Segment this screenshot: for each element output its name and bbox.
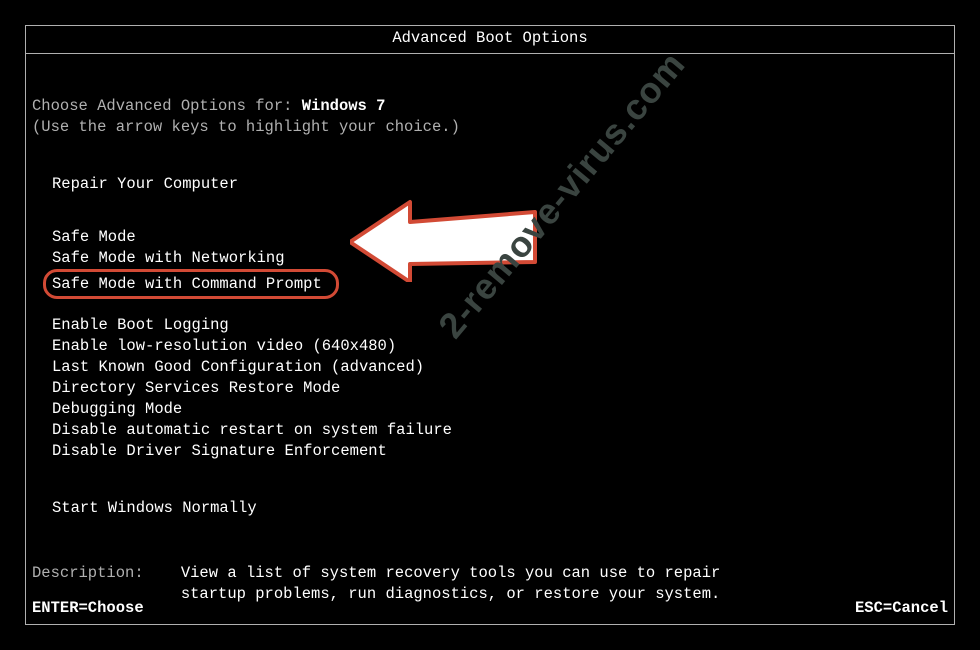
menu-safe-mode-networking[interactable]: Safe Mode with Networking	[52, 248, 948, 269]
menu-last-known-good[interactable]: Last Known Good Configuration (advanced)	[52, 357, 948, 378]
menu-low-res-video[interactable]: Enable low-resolution video (640x480)	[52, 336, 948, 357]
content-area: Choose Advanced Options for: Windows 7 (…	[26, 54, 954, 605]
menu-group-repair: Repair Your Computer	[32, 174, 948, 195]
menu-safe-mode[interactable]: Safe Mode	[52, 227, 948, 248]
intro-os-name: Windows 7	[302, 97, 386, 115]
menu-repair-computer[interactable]: Repair Your Computer	[52, 174, 948, 195]
footer-bar: ENTER=Choose ESC=Cancel	[26, 595, 954, 624]
menu-disable-driver-sig[interactable]: Disable Driver Signature Enforcement	[52, 441, 948, 462]
menu-group-normal: Start Windows Normally	[32, 498, 948, 519]
menu-group-safe-mode: Safe Mode Safe Mode with Networking Safe…	[32, 227, 948, 300]
boot-options-frame: Advanced Boot Options Choose Advanced Op…	[25, 25, 955, 625]
intro-line: Choose Advanced Options for: Windows 7	[32, 96, 948, 117]
menu-disable-auto-restart[interactable]: Disable automatic restart on system fail…	[52, 420, 948, 441]
intro-prefix: Choose Advanced Options for:	[32, 97, 302, 115]
footer-esc-hint: ESC=Cancel	[855, 598, 948, 619]
highlight-ring: Safe Mode with Command Prompt	[43, 269, 339, 300]
window-title: Advanced Boot Options	[26, 26, 954, 54]
menu-start-windows-normally[interactable]: Start Windows Normally	[52, 498, 948, 519]
menu-debugging-mode[interactable]: Debugging Mode	[52, 399, 948, 420]
menu-group-misc: Enable Boot Logging Enable low-resolutio…	[32, 315, 948, 461]
menu-directory-services-restore[interactable]: Directory Services Restore Mode	[52, 378, 948, 399]
menu-safe-mode-command-prompt[interactable]: Safe Mode with Command Prompt	[52, 269, 948, 300]
menu-enable-boot-logging[interactable]: Enable Boot Logging	[52, 315, 948, 336]
footer-enter-hint: ENTER=Choose	[32, 598, 144, 619]
intro-hint: (Use the arrow keys to highlight your ch…	[32, 117, 948, 138]
